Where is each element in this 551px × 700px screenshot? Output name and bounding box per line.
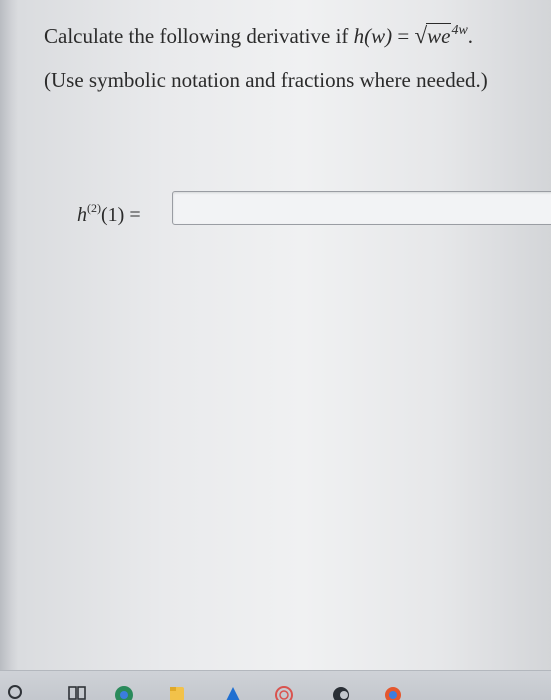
task-view-icon[interactable] bbox=[66, 681, 88, 700]
equals-sign: = bbox=[392, 24, 415, 48]
radicand: we bbox=[426, 23, 452, 48]
question-suffix: . bbox=[467, 24, 474, 48]
mail-icon[interactable] bbox=[222, 681, 244, 700]
question-text: Calculate the following derivative if h(… bbox=[44, 16, 473, 51]
answer-label-order: (2) bbox=[87, 201, 101, 215]
answer-input[interactable] bbox=[172, 191, 551, 225]
chrome-icon[interactable] bbox=[113, 681, 135, 700]
question-prefix: Calculate the following derivative if bbox=[44, 24, 354, 48]
edge-icon[interactable] bbox=[330, 681, 352, 700]
question-page: Calculate the following derivative if h(… bbox=[0, 0, 551, 670]
answer-label-base: h bbox=[77, 204, 87, 226]
answer-label: h(2)(1) = bbox=[77, 194, 141, 229]
app-colored-icon[interactable] bbox=[382, 681, 404, 700]
screen-edge-shadow bbox=[0, 0, 18, 670]
file-explorer-icon[interactable] bbox=[166, 681, 188, 700]
function-name: h(w) bbox=[353, 24, 393, 48]
hint-text: (Use symbolic notation and fractions whe… bbox=[44, 68, 488, 92]
exponent: 4w bbox=[451, 23, 468, 38]
answer-label-arg: (1) = bbox=[101, 204, 141, 226]
taskbar bbox=[0, 670, 551, 700]
app-icon[interactable] bbox=[273, 681, 295, 700]
search-circle-icon[interactable] bbox=[4, 681, 26, 700]
